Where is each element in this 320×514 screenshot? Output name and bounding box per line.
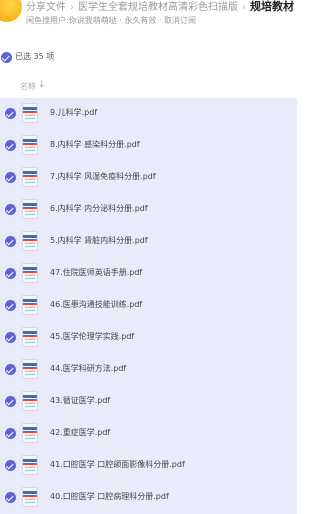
column-header: 名称 ↓	[0, 78, 297, 96]
file-name[interactable]: 41.口腔医学 口腔颌面影像科分册.pdf	[50, 459, 185, 471]
check-circle-icon[interactable]	[5, 300, 16, 311]
check-circle-icon[interactable]	[5, 236, 16, 247]
file-row[interactable]: 9.儿科学.pdf	[0, 98, 297, 130]
file-row[interactable]: 46.医患沟通技能训练.pdf	[0, 290, 297, 322]
file-name[interactable]: 5.内科学 肾脏内科分册.pdf	[50, 235, 148, 247]
breadcrumb-separator: ›	[242, 2, 246, 13]
check-circle-icon[interactable]	[5, 460, 16, 471]
pdf-file-icon	[22, 295, 38, 315]
file-name[interactable]: 8.内科学 感染科分册.pdf	[50, 139, 140, 151]
check-circle-icon[interactable]	[5, 108, 16, 119]
file-name[interactable]: 45.医学伦理学实践.pdf	[50, 331, 134, 343]
sort-down-icon[interactable]: ↓	[38, 80, 46, 90]
file-row[interactable]: 42.重症医学.pdf	[0, 418, 297, 450]
file-name[interactable]: 7.内科学 风湿免疫科分册.pdf	[50, 171, 156, 183]
check-circle-icon[interactable]	[5, 428, 16, 439]
pdf-file-icon	[22, 103, 38, 123]
pdf-file-icon	[22, 359, 38, 379]
pdf-file-icon	[22, 167, 38, 187]
pdf-file-icon	[22, 231, 38, 251]
file-row[interactable]: 45.医学伦理学实践.pdf	[0, 322, 297, 354]
breadcrumb-item-share[interactable]: 分享文件	[26, 2, 66, 13]
file-name[interactable]: 47.住院医师英语手册.pdf	[50, 267, 142, 279]
file-row[interactable]: 5.内科学 肾脏内科分册.pdf	[0, 226, 297, 258]
pdf-file-icon	[22, 423, 38, 443]
pdf-file-icon	[22, 391, 38, 411]
breadcrumb-separator: ›	[70, 2, 74, 13]
file-row[interactable]: 43.循证医学.pdf	[0, 386, 297, 418]
file-row[interactable]: 47.住院医师英语手册.pdf	[0, 258, 297, 290]
column-name[interactable]: 名称	[20, 81, 36, 92]
check-circle-icon[interactable]	[5, 396, 16, 407]
share-info: 闲鱼搜用户:你说我萌萌哒 · 永久有效 · 取消订阅	[26, 16, 196, 25]
pdf-file-icon	[22, 199, 38, 219]
breadcrumb: 分享文件 › 医学生全套规培教材高清彩色扫描版 › 规培教材	[26, 0, 296, 16]
avatar[interactable]	[0, 0, 22, 22]
check-circle-icon[interactable]	[5, 332, 16, 343]
file-row[interactable]: 44.医学科研方法.pdf	[0, 354, 297, 386]
check-circle-icon[interactable]	[5, 172, 16, 183]
breadcrumb-item-current: 规培教材	[250, 0, 294, 13]
file-name[interactable]: 9.儿科学.pdf	[50, 107, 97, 119]
pdf-file-icon	[22, 263, 38, 283]
file-name[interactable]: 44.医学科研方法.pdf	[50, 363, 126, 375]
selection-count: 已选 35 项	[15, 52, 55, 61]
header: 分享文件 › 医学生全套规培教材高清彩色扫描版 › 规培教材 闲鱼搜用户:你说我萌萌哒 …	[0, 0, 297, 40]
check-circle-icon[interactable]	[5, 492, 16, 503]
check-circle-icon[interactable]	[5, 204, 16, 215]
file-name[interactable]: 43.循证医学.pdf	[50, 395, 110, 407]
check-circle-icon[interactable]	[5, 140, 16, 151]
pdf-file-icon	[22, 327, 38, 347]
file-row[interactable]: 6.内科学 内分泌科分册.pdf	[0, 194, 297, 226]
file-row[interactable]: 40.口腔医学 口腔病理科分册.pdf	[0, 482, 297, 514]
file-row[interactable]: 41.口腔医学 口腔颌面影像科分册.pdf	[0, 450, 297, 482]
file-name[interactable]: 6.内科学 内分泌科分册.pdf	[50, 203, 148, 215]
breadcrumb-item-folder[interactable]: 医学生全套规培教材高清彩色扫描版	[78, 2, 238, 13]
pdf-file-icon	[22, 455, 38, 475]
file-row[interactable]: 7.内科学 风湿免疫科分册.pdf	[0, 162, 297, 194]
check-circle-icon[interactable]	[5, 268, 16, 279]
file-name[interactable]: 46.医患沟通技能训练.pdf	[50, 299, 142, 311]
check-circle-icon[interactable]	[5, 364, 16, 375]
pdf-file-icon	[22, 487, 38, 507]
check-circle-icon[interactable]	[1, 52, 12, 63]
file-row[interactable]: 8.内科学 感染科分册.pdf	[0, 130, 297, 162]
file-name[interactable]: 40.口腔医学 口腔病理科分册.pdf	[50, 491, 169, 503]
file-name[interactable]: 42.重症医学.pdf	[50, 427, 110, 439]
pdf-file-icon	[22, 135, 38, 155]
